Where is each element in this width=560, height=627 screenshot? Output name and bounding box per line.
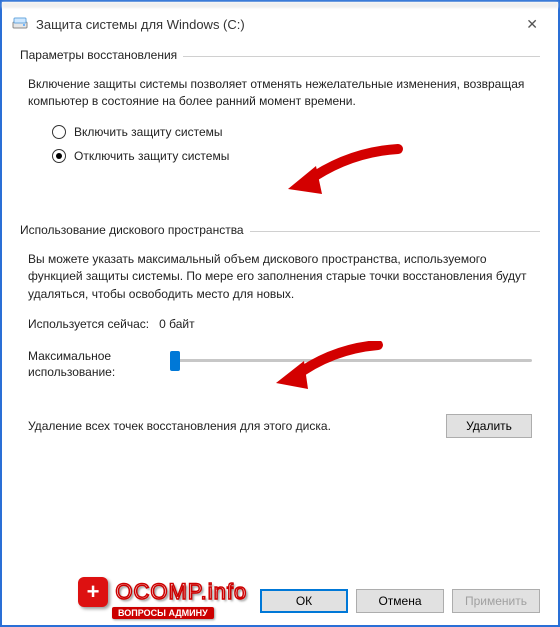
slider-thumb[interactable] (170, 351, 180, 371)
restore-description: Включение защиты системы позволяет отмен… (28, 76, 532, 111)
titlebar: Защита системы для Windows (C:) ✕ (2, 8, 558, 40)
window-title: Защита системы для Windows (C:) (36, 17, 516, 32)
content-area: Параметры восстановления Включение защит… (2, 40, 558, 442)
cancel-button[interactable]: Отмена (356, 589, 444, 613)
top-blur-strip (2, 2, 558, 8)
dialog-buttons: ОК Отмена Применить (260, 589, 540, 613)
delete-row: Удаление всех точек восстановления для э… (28, 414, 532, 438)
delete-description: Удаление всех точек восстановления для э… (28, 418, 430, 435)
apply-button[interactable]: Применить (452, 589, 540, 613)
radio-icon (52, 125, 66, 139)
radio-enable-protection[interactable]: Включить защиту системы (52, 125, 532, 139)
current-usage-label: Используется сейчас: (28, 317, 149, 331)
dialog-window: Защита системы для Windows (C:) ✕ Параме… (0, 0, 560, 627)
disk-usage-group: Использование дискового пространства Вы … (20, 223, 540, 442)
radio-icon (52, 149, 66, 163)
max-usage-row: Максимальное использование: (28, 349, 532, 380)
restore-settings-group: Параметры восстановления Включение защит… (20, 48, 540, 177)
slider-track (170, 359, 532, 362)
watermark: + OCOMP.info ВОПРОСЫ АДМИНУ (78, 577, 247, 619)
delete-button[interactable]: Удалить (446, 414, 532, 438)
drive-icon (12, 16, 28, 32)
close-button[interactable]: ✕ (516, 12, 548, 37)
watermark-subtext: ВОПРОСЫ АДМИНУ (112, 607, 214, 619)
disk-heading: Использование дискового пространства (20, 223, 250, 237)
current-usage-row: Используется сейчас: 0 байт (28, 317, 532, 331)
ok-button[interactable]: ОК (260, 589, 348, 613)
watermark-plus-icon: + (78, 577, 108, 607)
max-usage-label: Максимальное использование: (28, 349, 158, 380)
radio-disable-label: Отключить защиту системы (74, 149, 229, 163)
current-usage-value: 0 байт (159, 317, 194, 331)
max-usage-slider[interactable] (170, 349, 532, 373)
disk-description: Вы можете указать максимальный объем дис… (28, 251, 532, 303)
watermark-text: OCOMP.info (115, 579, 247, 605)
radio-enable-label: Включить защиту системы (74, 125, 223, 139)
restore-heading: Параметры восстановления (20, 48, 183, 62)
radio-disable-protection[interactable]: Отключить защиту системы (52, 149, 532, 163)
